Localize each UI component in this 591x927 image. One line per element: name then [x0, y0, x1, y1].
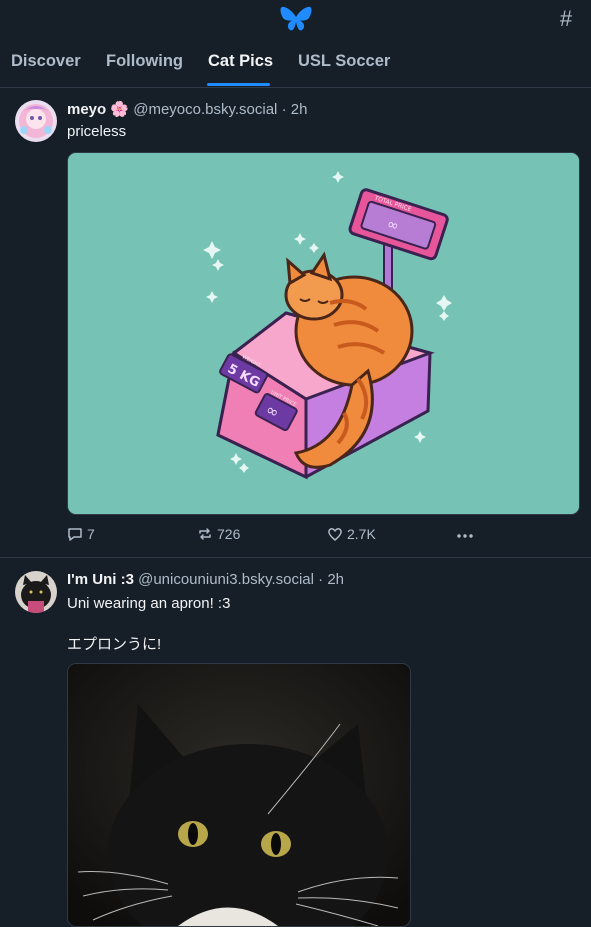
hashtag-icon[interactable]: #: [553, 6, 579, 32]
avatar[interactable]: [15, 100, 57, 142]
post-time[interactable]: · 2h: [318, 571, 344, 588]
post-text-line-2: エプロンうに!: [67, 636, 162, 653]
reply-button[interactable]: 7: [67, 526, 95, 542]
butterfly-icon[interactable]: [280, 6, 312, 32]
post-image[interactable]: TOTAL PRICE ∞ 5 KG WEIGHT ∞ UNIT PRICE: [67, 152, 580, 515]
post-header: I'm Uni :3 @unicouniuni3.bsky.social · 2…: [67, 571, 344, 588]
post-time[interactable]: · 2h: [282, 101, 308, 118]
tab-following[interactable]: Following: [106, 52, 183, 71]
feed-tabs: Discover Following Cat Pics USL Soccer: [0, 40, 591, 88]
author-handle[interactable]: @unicouniuni3.bsky.social: [138, 571, 314, 588]
avatar[interactable]: [15, 571, 57, 613]
author-name[interactable]: meyo: [67, 101, 106, 118]
reply-icon: [68, 528, 82, 541]
tab-cat-pics[interactable]: Cat Pics: [208, 52, 273, 71]
repost-button[interactable]: 726: [197, 526, 240, 542]
like-count: 2.7K: [347, 526, 376, 542]
flower-emoji-icon: 🌸: [110, 101, 130, 118]
feed-post[interactable]: I'm Uni :3 @unicouniuni3.bsky.social · 2…: [0, 558, 591, 927]
feed-post[interactable]: meyo 🌸 @meyoco.bsky.social · 2h priceles…: [0, 88, 591, 557]
post-text: priceless: [67, 123, 127, 140]
repost-count: 726: [217, 526, 241, 542]
post-text-line-1: Uni wearing an apron! :3: [67, 595, 231, 612]
post-image[interactable]: [67, 663, 411, 927]
post-actions: 7 726 2.7K: [67, 526, 487, 546]
more-options-button[interactable]: [455, 528, 475, 544]
author-handle[interactable]: @meyoco.bsky.social: [133, 101, 277, 118]
heart-icon: [328, 528, 342, 541]
repost-icon: [199, 528, 211, 540]
tab-usl-soccer[interactable]: USL Soccer: [298, 52, 390, 71]
ellipsis-icon: [457, 534, 473, 538]
like-button[interactable]: 2.7K: [327, 526, 376, 542]
tab-discover[interactable]: Discover: [11, 52, 81, 71]
top-bar: #: [0, 0, 591, 40]
post-header: meyo 🌸 @meyoco.bsky.social · 2h: [67, 100, 307, 118]
author-name[interactable]: I'm Uni :3: [67, 571, 134, 588]
reply-count: 7: [87, 526, 95, 542]
active-tab-indicator: [207, 83, 270, 86]
